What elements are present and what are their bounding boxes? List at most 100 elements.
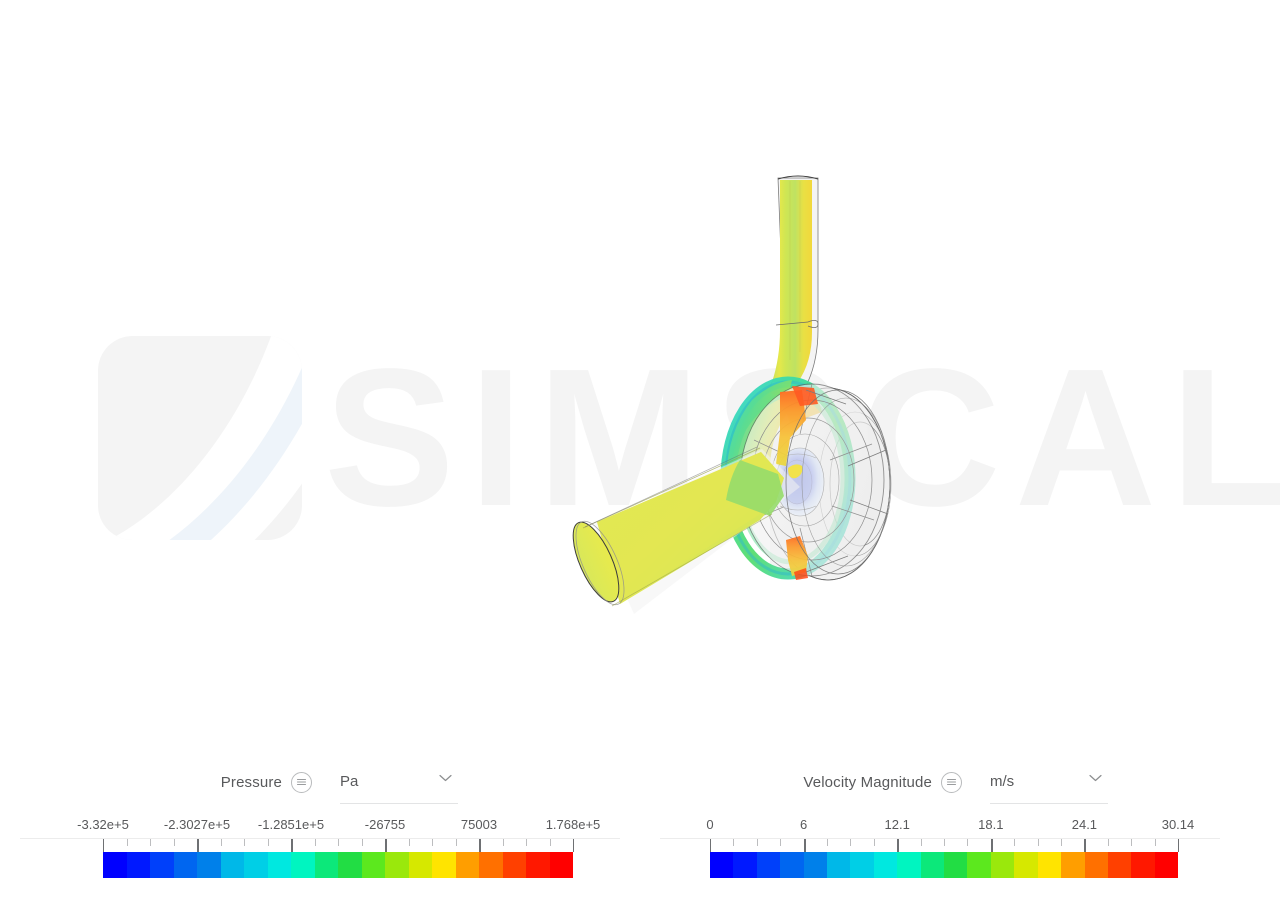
color-band: [173, 852, 197, 878]
tick-label: -2.3027e+5: [163, 817, 231, 832]
tick-mark: [803, 839, 806, 852]
color-band: [780, 852, 804, 878]
tick-label: 18.1: [978, 817, 1004, 832]
pressure-unit-value: Pa: [340, 773, 359, 790]
tick-mark: [244, 839, 245, 846]
color-band: [803, 852, 828, 878]
color-band: [549, 852, 573, 878]
tick-mark: [990, 839, 993, 852]
color-band: [1014, 852, 1038, 878]
tick-mark: [756, 839, 758, 846]
color-band: [502, 852, 526, 878]
tick-mark: [526, 839, 527, 846]
legend-header: Pressure Pa: [20, 760, 620, 804]
tick-mark: [314, 839, 316, 846]
tick-label: 0: [706, 817, 714, 832]
pressure-legend-title: Pressure: [220, 773, 282, 791]
color-band: [150, 852, 174, 878]
tick-mark: [873, 839, 875, 846]
pressure-tick-marks: [20, 839, 620, 852]
tick-mark: [1037, 839, 1039, 846]
tick-mark: [710, 839, 711, 852]
color-band: [244, 852, 268, 878]
pressure-color-bar[interactable]: [103, 852, 573, 878]
color-band: [361, 852, 385, 878]
tick-mark: [944, 839, 945, 846]
tick-label: 6: [799, 817, 808, 832]
tick-mark: [197, 839, 199, 852]
legend-header: Velocity Magnitude m/s: [660, 760, 1220, 804]
legend-title-wrap: Velocity Magnitude: [660, 760, 962, 804]
velocity-color-scale: 0 6 12.1 18.1 24.1 30.14: [660, 816, 1220, 878]
legend-title-wrap: Pressure: [20, 760, 312, 804]
color-band: [432, 852, 456, 878]
velocity-color-bar[interactable]: [710, 852, 1179, 878]
tick-mark: [432, 839, 433, 846]
velocity-unit-value: m/s: [990, 773, 1015, 790]
color-band: [850, 852, 874, 878]
tick-mark: [150, 839, 151, 846]
color-band: [1084, 852, 1108, 878]
tick-mark: [126, 839, 128, 846]
color-band: [897, 852, 921, 878]
pressure-tick-labels: -3.32e+5 -2.3027e+5 -1.2851e+5 -26755 75003 1…: [20, 816, 620, 839]
color-band: [710, 852, 734, 878]
color-band: [385, 852, 409, 878]
pump-geometry-render[interactable]: [0, 0, 1280, 760]
outlet-pipe: [769, 175, 819, 387]
color-band: [126, 852, 150, 878]
tick-mark: [1061, 839, 1062, 846]
tick-mark: [361, 839, 363, 846]
tick-mark: [1014, 839, 1016, 846]
3d-result-viewport[interactable]: SIMSCALE: [0, 0, 1280, 760]
tick-mark: [1154, 839, 1156, 846]
pressure-unit-select[interactable]: Pa: [340, 761, 458, 804]
velocity-unit-select[interactable]: m/s: [990, 761, 1108, 804]
color-band: [220, 852, 244, 878]
color-band: [967, 852, 991, 878]
hamburger-menu-icon[interactable]: [291, 771, 312, 793]
tick-mark: [827, 839, 828, 846]
tick-mark: [338, 839, 339, 846]
tick-mark: [408, 839, 410, 846]
tick-label: 1.768e+5: [545, 817, 601, 832]
color-band: [733, 852, 757, 878]
color-band: [827, 852, 851, 878]
tick-mark: [267, 839, 269, 846]
tick-mark: [1131, 839, 1133, 846]
tick-mark: [1107, 839, 1109, 846]
tick-mark: [850, 839, 852, 846]
tick-mark: [103, 839, 104, 852]
tick-mark: [220, 839, 222, 846]
tick-mark: [549, 839, 551, 846]
tick-mark: [1084, 839, 1087, 852]
tick-mark: [967, 839, 969, 846]
tick-mark: [780, 839, 782, 846]
color-band: [1154, 852, 1179, 878]
tick-mark: [502, 839, 504, 846]
hamburger-menu-icon[interactable]: [941, 771, 962, 793]
color-band: [756, 852, 781, 878]
color-band: [267, 852, 291, 878]
color-band: [479, 852, 503, 878]
tick-label: 24.1: [1071, 817, 1098, 832]
tick-mark: [920, 839, 922, 846]
pressure-legend[interactable]: Pressure Pa -3.32e+5 -2.3027e+5 -1.2851e+5…: [20, 760, 620, 900]
tick-mark: [479, 839, 481, 852]
color-band: [314, 852, 338, 878]
tick-label: 12.1: [884, 817, 910, 832]
color-band: [338, 852, 362, 878]
color-band: [526, 852, 550, 878]
tick-mark: [455, 839, 457, 846]
tick-mark: [897, 839, 900, 852]
tick-mark: [173, 839, 175, 846]
color-band: [873, 852, 898, 878]
tick-label: 30.14: [1161, 817, 1195, 832]
color-band: [291, 852, 315, 878]
velocity-tick-labels: 0 6 12.1 18.1 24.1 30.14: [660, 816, 1220, 839]
tick-mark: [733, 839, 735, 846]
velocity-magnitude-legend[interactable]: Velocity Magnitude m/s 0 6 12.1 18.1 24.1 30.…: [660, 760, 1220, 900]
color-band: [1037, 852, 1062, 878]
color-band: [1107, 852, 1132, 878]
velocity-tick-marks: [660, 839, 1220, 852]
